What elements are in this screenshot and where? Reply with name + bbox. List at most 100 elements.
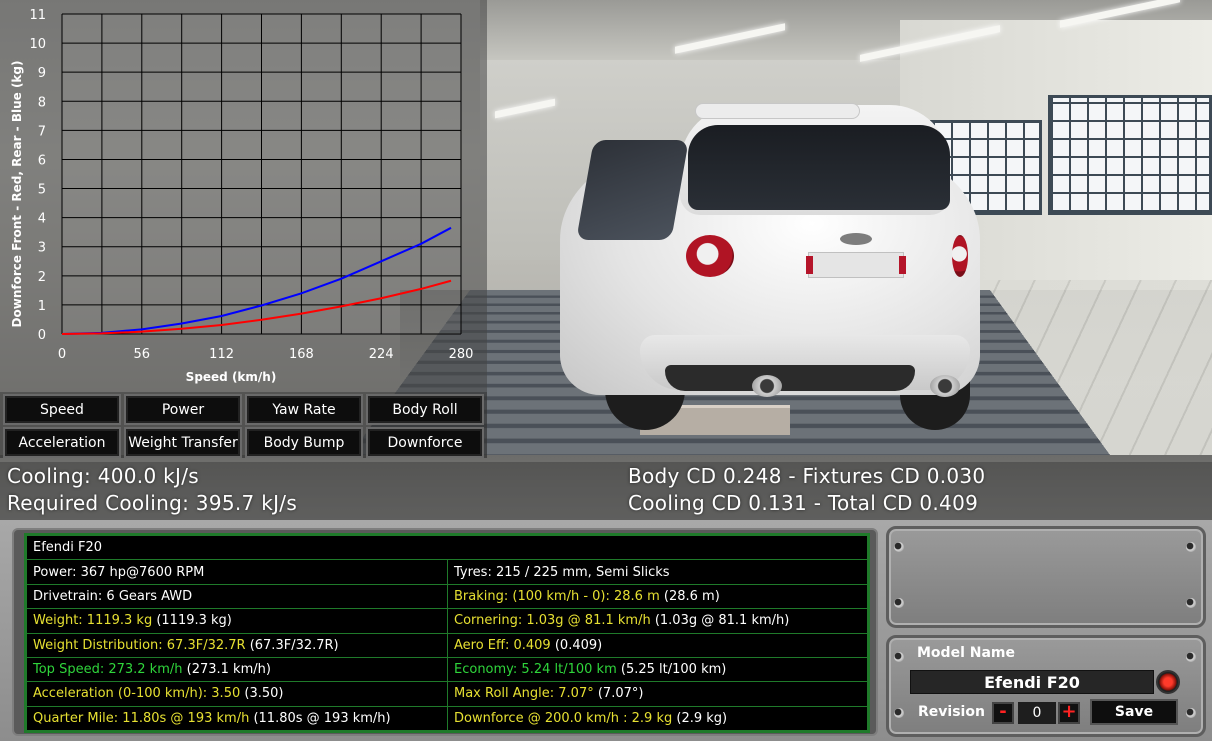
- weight-distribution-value: Weight Distribution: 67.3F/32.7R: [33, 637, 246, 653]
- table-row: Quarter Mile: 11.80s @ 193 km/h (11.80s …: [26, 705, 868, 732]
- braking-previous: (28.6 m): [659, 588, 720, 604]
- model-name-label: Model Name: [917, 645, 1015, 661]
- tyres-stat: Tyres: 215 / 225 mm, Semi Slicks: [447, 559, 868, 585]
- model-name-field[interactable]: Efendi F20: [910, 670, 1154, 694]
- table-row: Weight: 1119.3 kg (1119.3 kg) Cornering:…: [26, 608, 868, 634]
- top-speed-stat: Top Speed: 273.2 km/h (273.1 km/h): [26, 656, 448, 683]
- license-plate-area: [806, 252, 906, 278]
- x-tick-label: 168: [289, 347, 314, 362]
- rivet: [1186, 542, 1196, 552]
- rivet: [1186, 708, 1196, 718]
- cornering-value: Cornering: 1.03g @ 81.1 km/h: [454, 613, 651, 629]
- downforce-previous: (2.9 kg): [672, 710, 728, 726]
- body-bump-graph-button[interactable]: Body Bump: [245, 427, 363, 458]
- y-tick-label: 2: [38, 270, 46, 285]
- right-taillight: [952, 235, 968, 277]
- aero-eff-previous: (0.409): [550, 637, 603, 653]
- yaw-rate-graph-button[interactable]: Yaw Rate: [245, 394, 363, 425]
- braking-stat: Braking: (100 km/h - 0): 28.6 m (28.6 m): [447, 583, 868, 610]
- graph-button-grid: Speed Power Yaw Rate Body Roll Accelerat…: [0, 392, 487, 458]
- aero-eff-stat: Aero Eff: 0.409 (0.409): [447, 632, 868, 658]
- body-roll-graph-button[interactable]: Body Roll: [366, 394, 484, 425]
- roll-angle-stat: Max Roll Angle: 7.07° (7.07°): [447, 681, 868, 707]
- power-graph-button[interactable]: Power: [124, 394, 242, 425]
- table-row: Efendi F20: [26, 534, 868, 561]
- y-tick-label: 7: [38, 124, 46, 139]
- weight-transfer-graph-button[interactable]: Weight Transfer: [124, 427, 242, 458]
- acceleration-stat: Acceleration (0-100 km/h): 3.50 (3.50): [26, 681, 448, 707]
- revision-decrement-button[interactable]: -: [992, 702, 1014, 724]
- table-row: Drivetrain: 6 Gears AWD Braking: (100 km…: [26, 583, 868, 610]
- y-tick-label: 10: [29, 37, 46, 52]
- roof-spoiler: [695, 103, 860, 119]
- save-button[interactable]: Save: [1090, 699, 1178, 725]
- drag-readout-body: Body CD 0.248 - Fixtures CD 0.030: [628, 464, 986, 488]
- quarter-mile-previous: (11.80s @ 193 km/h): [249, 710, 391, 726]
- weight-previous: (1119.3 kg): [152, 613, 232, 629]
- table-row: Acceleration (0-100 km/h): 3.50 (3.50) M…: [26, 681, 868, 707]
- left-taillight: [686, 235, 734, 277]
- y-tick-label: 1: [38, 299, 46, 314]
- roll-angle-value: Max Roll Angle: 7.07°: [454, 686, 594, 702]
- car-name-cell: Efendi F20: [26, 534, 868, 561]
- x-axis-ticks: 0 56 112 168 224 280: [58, 347, 474, 362]
- y-tick-label: 5: [38, 183, 46, 198]
- x-tick-label: 224: [369, 347, 394, 362]
- downforce-stat: Downforce @ 200.0 km/h : 2.9 kg (2.9 kg): [447, 705, 868, 732]
- y-tick-label: 3: [38, 241, 46, 256]
- rear-window: [688, 125, 950, 210]
- acceleration-value: Acceleration (0-100 km/h): 3.50: [33, 686, 241, 702]
- weight-distribution-previous: (67.3F/32.7R): [245, 637, 339, 653]
- randomize-name-button[interactable]: [1156, 670, 1180, 694]
- y-tick-label: 8: [38, 95, 46, 110]
- y-tick-label: 0: [38, 328, 46, 343]
- rivet: [894, 708, 904, 718]
- rivet: [894, 652, 904, 662]
- required-cooling-readout: Required Cooling: 395.7 kJ/s: [7, 491, 298, 515]
- top-speed-value: Top Speed: 273.2 km/h: [33, 662, 183, 678]
- drivetrain-stat: Drivetrain: 6 Gears AWD: [26, 583, 448, 610]
- y-tick-label: 6: [38, 153, 46, 168]
- weight-distribution-stat: Weight Distribution: 67.3F/32.7R (67.3F/…: [26, 632, 448, 658]
- rear-diffuser: [665, 365, 915, 391]
- table-row: Top Speed: 273.2 km/h (273.1 km/h) Econo…: [26, 656, 868, 683]
- aero-eff-value: Aero Eff: 0.409: [454, 637, 551, 653]
- economy-value: Economy: 5.24 lt/100 km: [454, 662, 617, 678]
- cooling-readout: Cooling: 400.0 kJ/s: [7, 464, 199, 488]
- weight-value: Weight: 1119.3 kg: [33, 613, 153, 629]
- side-window: [576, 140, 689, 240]
- y-axis-ticks: 11109876543210: [29, 8, 46, 343]
- economy-stat: Economy: 5.24 lt/100 km (5.25 lt/100 km): [447, 656, 868, 683]
- y-tick-label: 11: [29, 8, 46, 23]
- acceleration-previous: (3.50): [240, 686, 284, 702]
- table-row: Weight Distribution: 67.3F/32.7R (67.3F/…: [26, 632, 868, 658]
- acceleration-graph-button[interactable]: Acceleration: [3, 427, 121, 458]
- x-tick-label: 0: [58, 347, 66, 362]
- exhaust-tip-left: [752, 375, 782, 397]
- rivet: [894, 598, 904, 608]
- brand-badge: [840, 233, 872, 245]
- exhaust-tip-right: [930, 375, 960, 397]
- y-tick-label: 9: [38, 66, 46, 81]
- power-stat: Power: 367 hp@7600 RPM: [26, 559, 448, 585]
- revision-increment-button[interactable]: +: [1058, 702, 1080, 724]
- revision-label: Revision: [918, 704, 985, 720]
- x-tick-label: 112: [209, 347, 234, 362]
- speed-graph-button[interactable]: Speed: [3, 394, 121, 425]
- downforce-graph-button[interactable]: Downforce: [366, 427, 484, 458]
- rivet: [1186, 598, 1196, 608]
- rivet: [894, 542, 904, 552]
- roll-angle-previous: (7.07°): [593, 686, 644, 702]
- downforce-value: Downforce @ 200.0 km/h : 2.9 kg: [454, 710, 673, 726]
- quarter-mile-stat: Quarter Mile: 11.80s @ 193 km/h (11.80s …: [26, 705, 448, 732]
- downforce-graph-panel: 11 10 9 8 7 6 5 4 3 2 1 0 0 56 112 168 224 280 Speed (km…: [0, 0, 487, 392]
- x-tick-label: 56: [134, 347, 151, 362]
- garage-window: [1048, 95, 1212, 215]
- economy-previous: (5.25 lt/100 km): [616, 662, 727, 678]
- y-axis-label: Downforce Front - Red, Rear - Blue (kg): [10, 61, 24, 328]
- top-speed-previous: (273.1 km/h): [182, 662, 271, 678]
- car-stats-table: Efendi F20 Power: 367 hp@7600 RPM Tyres:…: [24, 533, 870, 733]
- weight-stat: Weight: 1119.3 kg (1119.3 kg): [26, 608, 448, 634]
- revision-value: 0: [1018, 702, 1056, 724]
- cornering-stat: Cornering: 1.03g @ 81.1 km/h (1.03g @ 81…: [447, 608, 868, 634]
